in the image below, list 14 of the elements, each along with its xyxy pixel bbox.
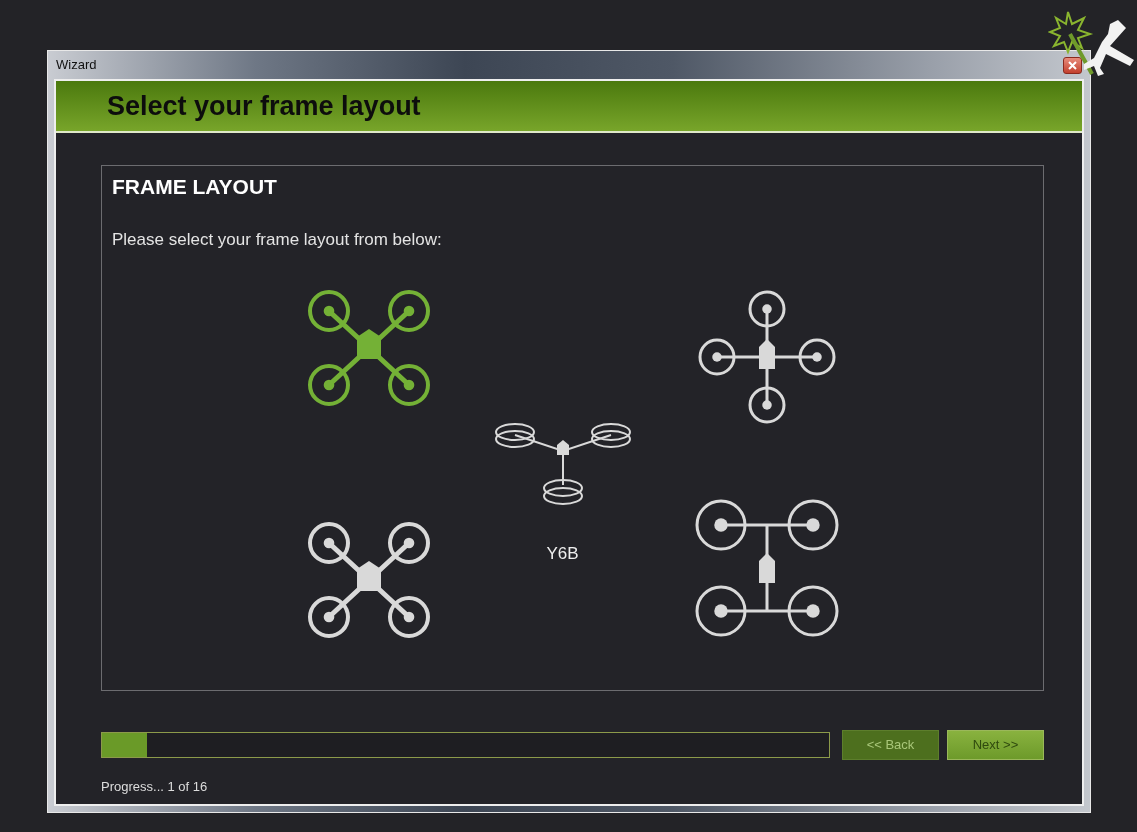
close-icon [1068,60,1077,70]
quadcopter-x-icon [306,288,431,407]
progress-text: Progress... 1 of 16 [101,778,209,796]
next-button[interactable]: Next >> [947,730,1044,760]
close-button[interactable] [1063,56,1082,74]
window-title: Wizard [56,56,97,75]
instruction-text: Please select your frame layout from below: [112,229,443,252]
frame-option[interactable] [306,288,431,407]
frame-option[interactable] [306,520,431,639]
quadcopter-plus-icon [696,288,837,425]
section-title: FRAME LAYOUT [112,174,278,200]
quadcopter-x-icon [306,520,431,639]
page-heading: Select your frame layout [107,89,421,123]
frame-option[interactable]: Y6B [490,420,635,567]
